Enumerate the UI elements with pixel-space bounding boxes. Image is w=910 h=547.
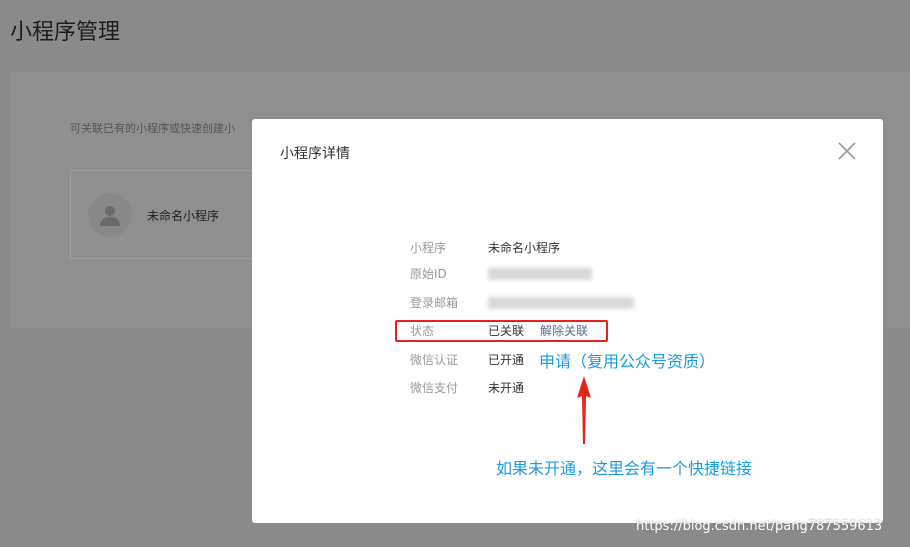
avatar — [88, 193, 132, 237]
row-label: 微信支付 — [410, 381, 459, 395]
miniprogram-card[interactable]: 未命名小程序 — [70, 170, 270, 259]
row-label: 登录邮箱 — [410, 296, 459, 310]
detail-modal: 小程序详情 小程序 未命名小程序 原始ID 登录邮箱 状态 已关联 解除关联 微… — [252, 119, 883, 523]
modal-title: 小程序详情 — [280, 146, 350, 162]
close-icon[interactable] — [837, 141, 857, 161]
user-icon — [100, 206, 120, 226]
hint-text: 可关联已有的小程序或快速创建小 — [70, 122, 235, 135]
row-value: 未命名小程序 — [488, 241, 561, 255]
row-label: 小程序 — [410, 241, 447, 255]
row-value: 未开通 — [488, 381, 525, 395]
apply-annotation: 申请（复用公众号资质） — [539, 352, 716, 371]
redacted-value — [488, 268, 592, 280]
card-name: 未命名小程序 — [147, 209, 220, 223]
highlight-box — [395, 320, 608, 342]
page-title: 小程序管理 — [10, 20, 121, 45]
row-value: 已开通 — [488, 353, 525, 367]
watermark: https://blog.csdn.net/pang787559613 — [636, 519, 883, 534]
note-annotation: 如果未开通，这里会有一个快捷链接 — [496, 459, 753, 478]
arrow-up-icon — [577, 376, 591, 444]
redacted-value — [488, 297, 634, 309]
row-label: 原始ID — [410, 267, 447, 281]
row-label: 微信认证 — [410, 353, 459, 367]
